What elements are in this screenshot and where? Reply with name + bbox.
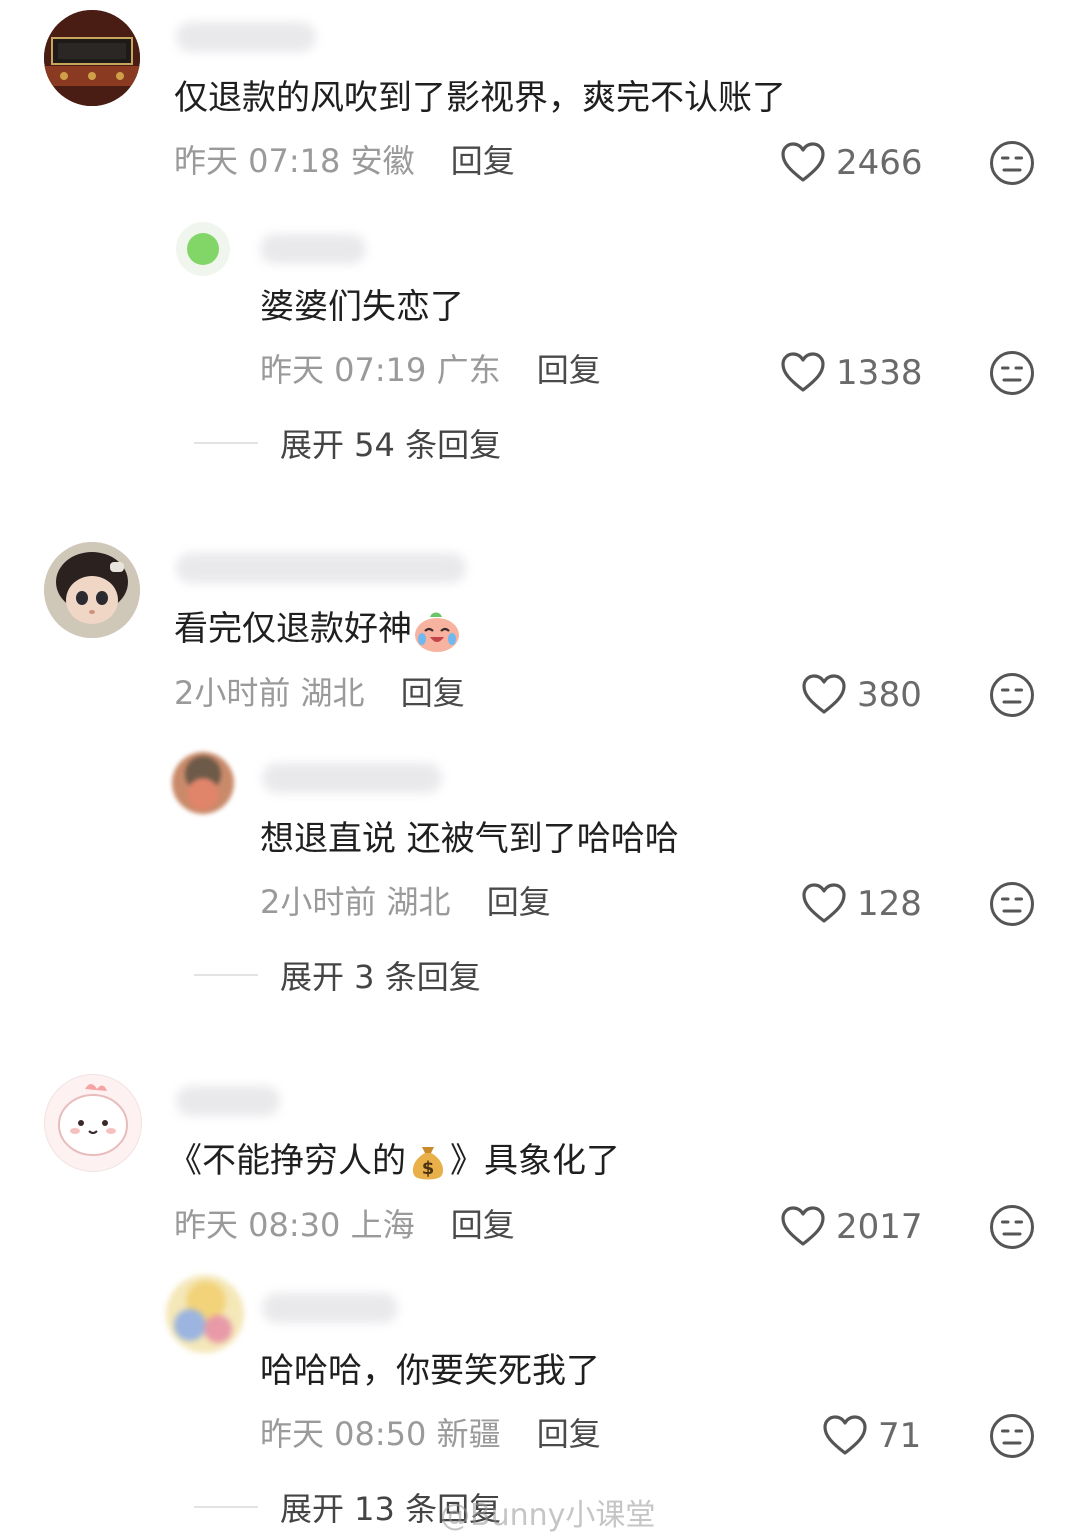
username-blurred[interactable]	[176, 22, 316, 52]
avatar-blurred-image	[174, 1281, 232, 1343]
reply-location: 湖北	[386, 883, 451, 921]
dislike-face-icon[interactable]	[988, 880, 1036, 928]
comment-text-row: 《不能挣穷人的 $ 》具象化了	[168, 1139, 620, 1185]
comment-meta: 昨天 07:18 安徽 回复	[174, 141, 515, 181]
heart-icon	[823, 1415, 867, 1455]
reply-username-blurred[interactable]	[262, 763, 442, 793]
reply-button[interactable]: 回复	[487, 883, 551, 921]
like-count: 380	[857, 675, 922, 715]
expand-divider	[194, 442, 258, 444]
reply-avatar[interactable]	[172, 752, 234, 814]
like-count: 128	[857, 884, 922, 924]
reply-meta: 昨天 07:19 广东 回复	[260, 350, 601, 390]
reply-avatar[interactable]	[166, 1275, 244, 1353]
heart-icon	[781, 142, 825, 182]
avatar[interactable]	[44, 10, 140, 106]
like-count: 2017	[836, 1207, 923, 1247]
reply-button[interactable]: 回复	[401, 674, 465, 712]
reply-username-blurred[interactable]	[260, 234, 366, 264]
reply-meta: 2小时前 湖北 回复	[260, 882, 551, 922]
reply-time: 2小时前	[260, 883, 377, 921]
comment-time: 昨天 07:18	[174, 142, 341, 180]
avatar[interactable]	[44, 542, 140, 638]
reply-location: 新疆	[436, 1415, 501, 1453]
comment-text-before: 《不能挣穷人的	[168, 1141, 406, 1181]
comment-time: 昨天 08:30	[174, 1206, 341, 1244]
avatar-green-image	[187, 233, 219, 265]
heart-icon	[802, 883, 846, 923]
username-blurred[interactable]	[176, 553, 466, 583]
reply-text: 哈哈哈，你要笑死我了	[260, 1351, 600, 1391]
expand-replies-label: 展开 54 条回复	[280, 426, 502, 464]
like-button[interactable]: 1338	[780, 351, 923, 395]
avatar-plaque-image	[44, 10, 140, 106]
comment-location: 上海	[350, 1206, 415, 1244]
reply-button[interactable]: 回复	[451, 142, 515, 180]
crying-laughing-emoji-icon	[415, 612, 459, 652]
heart-icon	[781, 352, 825, 392]
comment-text: 看完仅退款好神	[174, 609, 412, 649]
username-blurred[interactable]	[176, 1086, 280, 1116]
watermark: @Bunny小课堂	[440, 1498, 656, 1533]
reply-button[interactable]: 回复	[451, 1206, 515, 1244]
like-count: 1338	[836, 353, 923, 393]
dislike-face-icon[interactable]	[988, 349, 1036, 397]
comment-text-row: 看完仅退款好神	[174, 607, 462, 653]
heart-icon	[781, 1206, 825, 1246]
expand-replies-button[interactable]: 展开 54 条回复	[194, 421, 501, 465]
like-button[interactable]: 2017	[780, 1205, 923, 1249]
dislike-face-icon[interactable]	[988, 1203, 1036, 1251]
reply-text: 婆婆们失恋了	[260, 287, 464, 327]
comment-meta: 2小时前 湖北 回复	[174, 673, 465, 713]
reply-time: 昨天 08:50	[260, 1415, 427, 1453]
comment-location: 湖北	[300, 674, 365, 712]
svg-text:$: $	[422, 1158, 435, 1179]
like-count: 71	[878, 1416, 922, 1456]
expand-divider	[194, 1506, 258, 1508]
comment-time: 2小时前	[174, 674, 291, 712]
like-button[interactable]: 71	[822, 1414, 921, 1458]
like-button[interactable]: 128	[801, 882, 922, 926]
like-count: 2466	[836, 143, 923, 183]
heart-icon	[802, 674, 846, 714]
dislike-face-icon[interactable]	[988, 139, 1036, 187]
comment-location: 安徽	[350, 142, 415, 180]
expand-replies-label: 展开 3 条回复	[280, 958, 481, 996]
avatar[interactable]	[44, 1074, 142, 1172]
reply-button[interactable]: 回复	[537, 351, 601, 389]
reply-text: 想退直说 还被气到了哈哈哈	[260, 819, 679, 859]
comment-meta: 昨天 08:30 上海 回复	[174, 1205, 515, 1245]
reply-meta: 昨天 08:50 新疆 回复	[260, 1414, 601, 1454]
money-bag-emoji-icon: $	[412, 1146, 444, 1179]
expand-divider	[194, 974, 258, 976]
expand-replies-button[interactable]: 展开 3 条回复	[194, 953, 481, 997]
reply-time: 昨天 07:19	[260, 351, 427, 389]
comment-text: 仅退款的风吹到了影视界，爽完不认账了	[174, 78, 786, 118]
like-button[interactable]: 2466	[780, 141, 923, 185]
dislike-face-icon[interactable]	[988, 1412, 1036, 1460]
avatar-cute-dino-image	[45, 1075, 141, 1171]
dislike-face-icon[interactable]	[988, 671, 1036, 719]
reply-avatar[interactable]	[176, 222, 230, 276]
reply-username-blurred[interactable]	[262, 1293, 398, 1323]
avatar-doll-image	[44, 542, 140, 638]
like-button[interactable]: 380	[801, 673, 922, 717]
reply-location: 广东	[436, 351, 501, 389]
reply-button[interactable]: 回复	[537, 1415, 601, 1453]
comment-text-after: 》具象化了	[450, 1141, 620, 1181]
avatar-blurred-image	[185, 756, 221, 810]
